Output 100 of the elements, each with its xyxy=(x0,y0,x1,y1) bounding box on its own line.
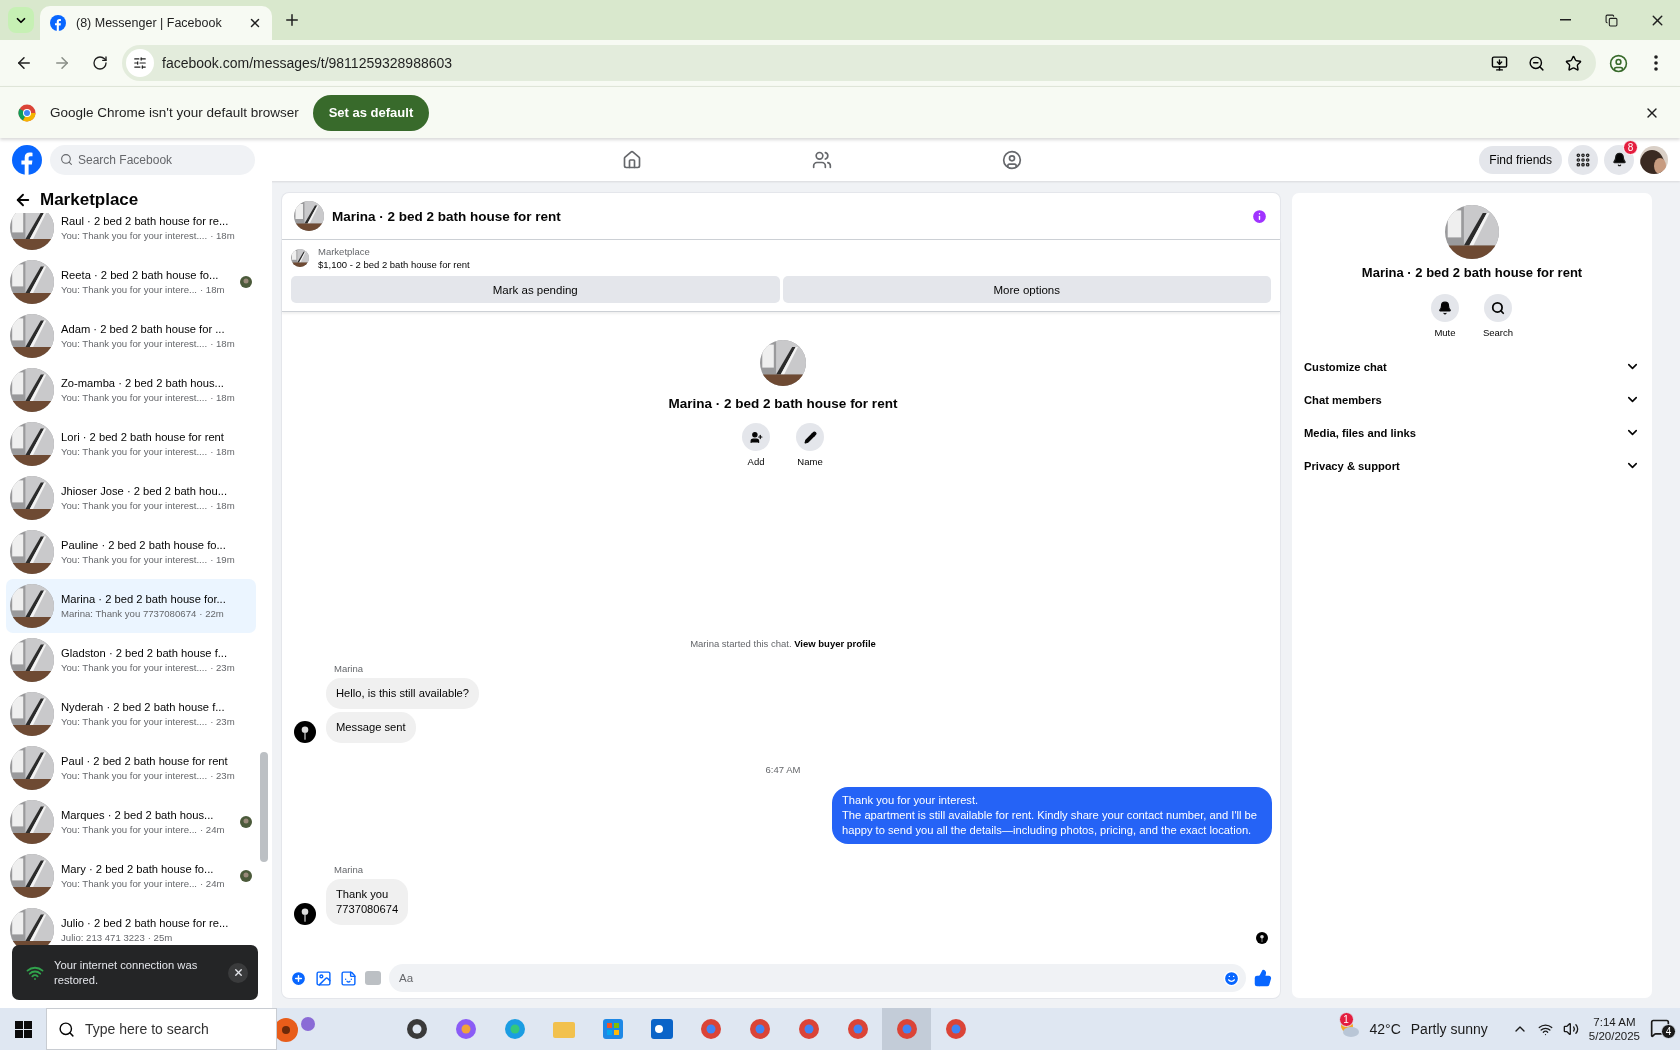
groups-icon[interactable] xyxy=(1002,149,1023,170)
browser-icon xyxy=(944,1018,967,1040)
minimize-icon xyxy=(1559,19,1571,21)
browser-icon xyxy=(699,1018,722,1040)
listing-title: $1,100 - 2 bed 2 bath house for rent xyxy=(318,259,470,270)
listing-source: Marketplace xyxy=(318,246,371,257)
conversation-item[interactable]: Marques · 2 bed 2 bath hous... You: Thank you for your intere... · 24m xyxy=(6,795,256,849)
clock[interactable]: 7:14 AM 5/20/2025 xyxy=(1588,1016,1640,1042)
bell-icon xyxy=(1437,301,1452,315)
details-section[interactable]: Media, files and links xyxy=(1304,416,1640,449)
connection-toast: Your internet connection was restored. xyxy=(12,945,258,1000)
weather-badge: 1 xyxy=(1338,1011,1354,1027)
conversation-item[interactable]: Reeta · 2 bed 2 bath house fo... You: Thank you for your intere... · 18m xyxy=(6,255,256,309)
site-info-button[interactable] xyxy=(126,49,154,77)
temperature: 42°C xyxy=(1369,1021,1401,1037)
conversation-item[interactable]: Pauline · 2 bed 2 bath house fo... You: Thank you for your interest.... · 19m xyxy=(6,525,256,579)
notification-badge: 8 xyxy=(1623,139,1638,155)
folder-icon xyxy=(552,1020,575,1038)
facebook-icon xyxy=(50,15,66,31)
grid-icon xyxy=(1575,151,1591,168)
menu-icon xyxy=(1654,55,1658,71)
conversation-item[interactable]: Gladston · 2 bed 2 bath house f... You: Thank you for your interest.... · 23m xyxy=(6,633,256,687)
browser-tab[interactable]: (8) Messenger | Facebook xyxy=(40,6,272,40)
notification-count: 4 xyxy=(1661,1023,1676,1039)
search-field[interactable]: Search Facebook xyxy=(50,144,255,175)
sticker-icon[interactable] xyxy=(340,969,357,987)
chat-title: Marina · 2 bed 2 bath house for rent xyxy=(332,208,562,224)
details-section[interactable]: Chat members xyxy=(1304,383,1640,416)
menu-button[interactable] xyxy=(1568,144,1598,175)
thumbs-up-icon[interactable] xyxy=(1254,969,1272,987)
plus-icon xyxy=(283,11,301,29)
install-icon xyxy=(1491,54,1508,72)
notifications-button[interactable] xyxy=(1604,144,1634,175)
reload-icon xyxy=(92,55,108,71)
add-person-icon xyxy=(749,430,763,444)
tab-search-button[interactable] xyxy=(8,7,34,33)
address-bar[interactable]: facebook.com/messages/t/9811259328988603 xyxy=(122,45,1596,81)
browser-icon xyxy=(797,1018,820,1040)
sender-name: Marina xyxy=(334,864,365,875)
outgoing-message: Thank you for your interest. The apartment is still available for rent. Kindly share your contact number, and I'll be happy to send you all the details—including photos, pricing, and the exact location. xyxy=(832,787,1272,844)
close-icon[interactable] xyxy=(248,16,262,30)
listing-action-button[interactable]: More options xyxy=(782,276,1271,303)
store-icon xyxy=(602,1019,623,1039)
conversation-item[interactable]: Zo-mamba · 2 bed 2 bath hous... You: Thank you for your interest.... · 18m xyxy=(6,363,256,417)
restore-icon xyxy=(1604,13,1618,27)
bell-icon xyxy=(1611,152,1627,167)
conversation-item[interactable]: Marina · 2 bed 2 bath house for... Marina: Thank you 7737080674 · 22m xyxy=(6,579,256,633)
search-icon xyxy=(60,153,73,166)
find-friends-button[interactable]: Find friends xyxy=(1479,145,1562,174)
browser-window-button[interactable] xyxy=(882,1008,931,1050)
message-field[interactable]: Aa xyxy=(389,964,1246,992)
incoming-message: Hello, is this still available? xyxy=(326,678,480,709)
conversation-item[interactable]: Jhioser Jose · 2 bed 2 bath hou... You: Thank you for your interest.... · 18m xyxy=(6,471,256,525)
conversation-item[interactable]: Adam · 2 bed 2 bath house for ... You: Thank you for your interest.... · 18m xyxy=(6,309,256,363)
conversation-item[interactable]: Raul · 2 bed 2 bath house for re... You: Thank you for your interest.... · 18m xyxy=(6,213,256,255)
conversation-item[interactable]: Nyderah · 2 bed 2 bath house f... You: Thank you for your interest.... · 23m xyxy=(6,687,256,741)
incoming-message: Thank you 7737080674 xyxy=(326,879,409,925)
facebook-logo-icon[interactable] xyxy=(12,144,42,175)
chrome-icon xyxy=(18,103,36,122)
conversation-item[interactable]: Mary · 2 bed 2 bath house fo... You: Thank you for your intere... · 24m xyxy=(6,849,256,903)
profile-icon xyxy=(1608,53,1628,73)
home-icon[interactable] xyxy=(622,149,643,170)
windows-icon xyxy=(14,1020,32,1038)
back-icon[interactable] xyxy=(14,191,32,209)
star-icon xyxy=(1565,54,1582,72)
browser-icon xyxy=(748,1018,771,1040)
listing-action-button[interactable]: Mark as pending xyxy=(291,276,780,303)
set-default-button[interactable]: Set as default xyxy=(312,94,430,131)
plus-icon[interactable] xyxy=(290,969,307,987)
browser-icon xyxy=(895,1018,918,1040)
info-icon[interactable] xyxy=(1251,207,1268,225)
close-button[interactable] xyxy=(228,962,248,983)
volume-icon[interactable] xyxy=(1562,1021,1579,1037)
details-section[interactable]: Privacy & support xyxy=(1304,449,1640,482)
photo-icon[interactable] xyxy=(315,969,332,987)
contact-title: Marina · 2 bed 2 bath house for rent xyxy=(1361,265,1583,280)
forward-icon xyxy=(53,54,71,72)
weather-condition: Partly sunny xyxy=(1410,1021,1488,1037)
conversation-item[interactable]: Paul · 2 bed 2 bath house for rent You: Thank you for your interest.... · 23m xyxy=(6,741,256,795)
incoming-message: Message sent xyxy=(326,712,416,743)
sliders-icon xyxy=(133,56,147,70)
details-section[interactable]: Customize chat xyxy=(1304,350,1640,383)
buyer-profile-link[interactable]: View buyer profile xyxy=(794,638,876,649)
friends-icon[interactable] xyxy=(812,149,833,170)
timestamp: 6:47 AM xyxy=(765,764,801,775)
sender-name: Marina xyxy=(334,663,365,674)
search-icon xyxy=(1491,301,1505,315)
sidebar-title: Marketplace xyxy=(40,190,139,210)
default-browser-message: Google Chrome isn't your default browser xyxy=(50,105,299,120)
pencil-icon xyxy=(803,430,817,444)
notifications-icon[interactable] xyxy=(1650,1017,1670,1038)
search-icon xyxy=(58,1020,75,1038)
close-icon xyxy=(232,967,244,978)
network-icon[interactable] xyxy=(1537,1021,1553,1037)
browser-icon xyxy=(846,1018,869,1040)
conversation-item[interactable]: Lori · 2 bed 2 bath house for rent You: Thank you for your interest.... · 18m xyxy=(6,417,256,471)
intro-title: Marina · 2 bed 2 bath house for rent xyxy=(668,396,898,411)
zoom-out-icon xyxy=(1528,54,1545,72)
chat-notice: Marina started this chat. View buyer profile xyxy=(690,638,876,649)
taskbar-search-field[interactable]: Type here to search xyxy=(46,1008,277,1050)
